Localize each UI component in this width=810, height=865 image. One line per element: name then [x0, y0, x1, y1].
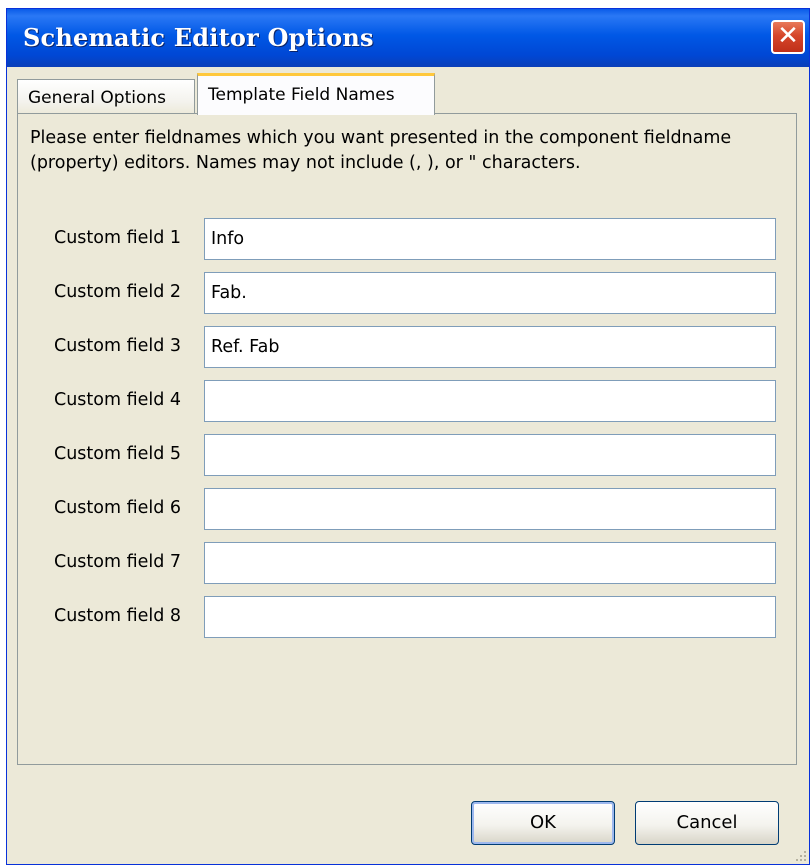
- custom-field-1-label: Custom field 1: [54, 228, 182, 248]
- custom-field-5-input[interactable]: [204, 434, 776, 476]
- custom-field-2-input[interactable]: [204, 272, 776, 314]
- custom-field-4-label: Custom field 4: [54, 390, 182, 410]
- custom-field-1-input[interactable]: [204, 218, 776, 260]
- title-bar[interactable]: Schematic Editor Options ✕: [7, 9, 809, 67]
- custom-field-row-6: Custom field 6: [18, 488, 798, 530]
- close-icon: ✕: [777, 21, 799, 51]
- custom-field-row-2: Custom field 2: [18, 272, 798, 314]
- instructions-text: Please enter fieldnames which you want p…: [30, 128, 732, 173]
- custom-field-4-input[interactable]: [204, 380, 776, 422]
- tab-panel-template-field-names: Please enter fieldnames which you want p…: [17, 113, 797, 765]
- custom-field-7-label: Custom field 7: [54, 552, 182, 572]
- custom-field-row-8: Custom field 8: [18, 596, 798, 638]
- custom-field-6-input[interactable]: [204, 488, 776, 530]
- custom-field-6-label: Custom field 6: [54, 498, 182, 518]
- cancel-button[interactable]: Cancel: [635, 801, 779, 845]
- custom-field-3-input[interactable]: [204, 326, 776, 368]
- custom-field-3-label: Custom field 3: [54, 336, 182, 356]
- custom-field-row-7: Custom field 7: [18, 542, 798, 584]
- custom-field-8-label: Custom field 8: [54, 606, 182, 626]
- custom-field-8-input[interactable]: [204, 596, 776, 638]
- resize-grip-icon-graphic: [796, 851, 806, 861]
- tab-template-field-names[interactable]: Template Field Names: [197, 73, 435, 115]
- tab-general-options[interactable]: General Options: [17, 79, 195, 115]
- custom-field-row-3: Custom field 3: [18, 326, 798, 368]
- resize-grip-icon[interactable]: [793, 848, 807, 862]
- window-title: Schematic Editor Options: [23, 23, 374, 52]
- custom-field-row-4: Custom field 4: [18, 380, 798, 422]
- close-button[interactable]: ✕: [771, 20, 805, 54]
- custom-field-5-label: Custom field 5: [54, 444, 182, 464]
- custom-field-row-5: Custom field 5: [18, 434, 798, 476]
- custom-field-2-label: Custom field 2: [54, 282, 182, 302]
- ok-button[interactable]: OK: [471, 801, 615, 845]
- custom-field-7-input[interactable]: [204, 542, 776, 584]
- schematic-editor-options-dialog: Schematic Editor Options ✕ General Optio…: [6, 8, 810, 865]
- custom-field-row-1: Custom field 1: [18, 218, 798, 260]
